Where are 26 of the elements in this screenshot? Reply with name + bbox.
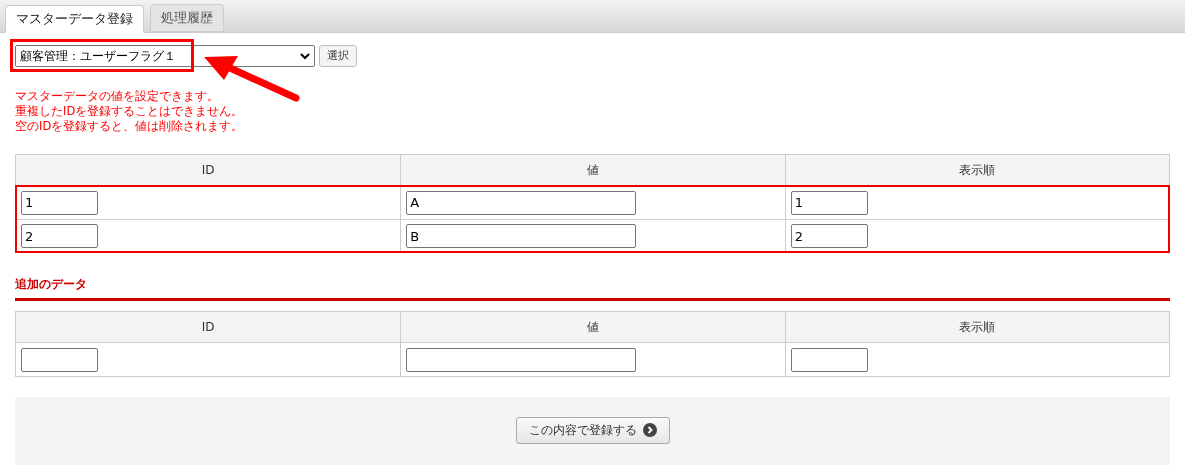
tab[interactable]: マスターデータ登録 [5, 5, 144, 33]
input-field[interactable]: A [406, 190, 637, 215]
column-header: 値 [400, 312, 785, 342]
notice-text: 重複したIDを登録することはできません。 [15, 104, 245, 119]
input-field[interactable]: 1 [790, 190, 868, 215]
input-field[interactable] [790, 347, 868, 372]
notice-text: マスターデータの値を設定できます。 [15, 89, 220, 104]
chevron-down-icon [300, 52, 310, 60]
input-field[interactable]: B [406, 224, 637, 248]
submit-button[interactable]: この内容で登録する [515, 416, 670, 444]
column-header: ID [200, 319, 216, 336]
column-header: ID [200, 162, 216, 179]
column-header: 表示順 [784, 155, 1169, 185]
section-title: 追加のデータ [15, 275, 1170, 301]
dropdown-select[interactable]: 顧客管理：ユーザーフラグ１ [15, 45, 315, 67]
input-field[interactable] [21, 347, 98, 372]
select-button[interactable]: 選択 [319, 45, 357, 67]
input-field[interactable]: 2 [21, 224, 98, 248]
notice-text: 空のIDを登録すると、値は削除されます。 [15, 119, 245, 134]
column-header: 表示順 [784, 312, 1169, 342]
column-header: 値 [400, 155, 785, 185]
input-field[interactable]: 1 [21, 190, 98, 215]
tab[interactable]: 処理履歴 [150, 4, 224, 32]
input-field[interactable] [406, 347, 637, 372]
arrow-right-icon [642, 423, 657, 437]
input-field[interactable]: 2 [790, 224, 868, 248]
